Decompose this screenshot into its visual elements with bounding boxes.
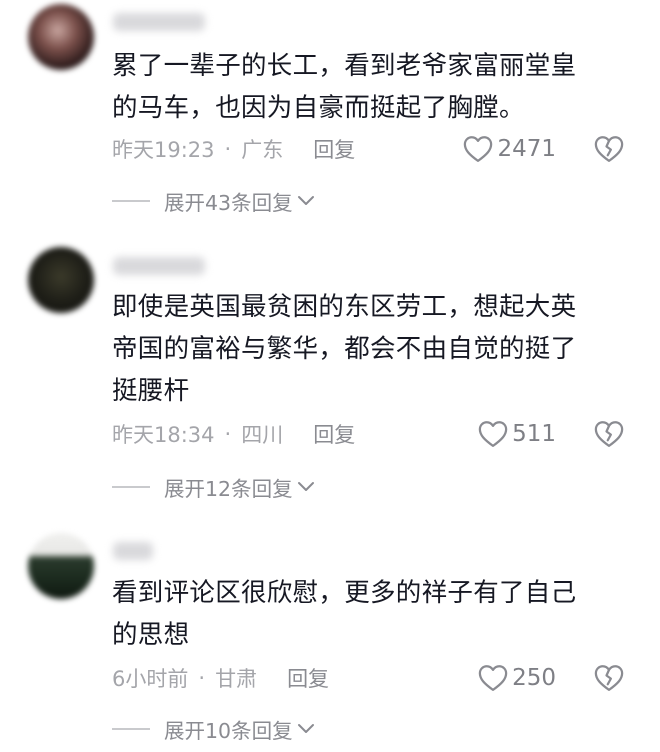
heart-outline-icon [478,665,508,691]
chevron-down-icon [297,482,314,491]
comment-text-line: 帝国的富裕与繁华，都会不由自觉的挺了 [112,334,577,364]
reply-button[interactable]: 回复 [287,663,329,693]
broken-heart-icon [594,421,624,447]
like-count: 511 [512,421,556,447]
expand-replies[interactable]: 展开12条回复 [112,472,315,502]
broken-heart-icon [594,136,624,162]
expand-replies-label: 展开43条回复 [164,191,293,215]
avatar[interactable] [28,533,94,599]
comment-text-line: 挺腰杆 [112,376,190,406]
like-button[interactable]: 250 [478,664,556,692]
comment-meta: 6小时前 · 甘肃 回复 250 [112,661,636,695]
comment-time: 6小时前 [112,667,189,691]
heart-outline-icon [478,421,508,447]
comment-text: 即使是英国最贫困的东区劳工，想起大英 帝国的富裕与繁华，都会不由自觉的挺了 挺腰… [112,286,632,412]
username-blurred[interactable] [113,542,153,560]
chevron-down-icon [297,724,314,733]
username-blurred[interactable] [113,257,205,275]
comment-text: 看到评论区很欣慰，更多的祥子有了自己 的思想 [112,572,632,656]
separator-dot: · [224,422,232,446]
comment-meta: 昨天18:34 · 四川 回复 511 [112,417,636,451]
comment-text: 累了一辈子的长工，看到老爷家富丽堂皇 的马车，也因为自豪而挺起了胸膛。 [112,45,632,129]
comment-time: 昨天18:34 [112,423,215,447]
heart-outline-icon [464,136,493,162]
avatar[interactable] [28,247,94,313]
like-button[interactable]: 2471 [463,135,556,163]
comment-text-line: 累了一辈子的长工，看到老爷家富丽堂皇 [112,51,577,81]
comment-time: 昨天19:23 [112,138,215,162]
reply-button[interactable]: 回复 [313,419,355,449]
comment-text-line: 的马车，也因为自豪而挺起了胸膛。 [112,93,525,123]
broken-heart-icon [594,665,624,691]
comment-text-line: 看到评论区很欣慰，更多的祥子有了自己 [112,578,577,608]
comment-text-line: 即使是英国最贫困的东区劳工，想起大英 [112,292,577,322]
comment-meta: 昨天19:23 · 广东 回复 2471 [112,132,636,166]
username-blurred[interactable] [113,13,205,31]
expand-replies[interactable]: 展开43条回复 [112,186,315,216]
chevron-down-icon [297,196,314,205]
divider-line [112,728,150,730]
comment-location: 四川 [241,423,284,447]
expand-replies[interactable]: 展开10条回复 [112,714,315,744]
divider-line [112,486,150,488]
comment-text-line: 的思想 [112,620,190,650]
dislike-button[interactable] [594,135,624,163]
reply-button[interactable]: 回复 [313,134,355,164]
like-button[interactable]: 511 [478,420,556,448]
like-count: 2471 [497,136,556,162]
dislike-button[interactable] [594,664,624,692]
comment-location: 甘肃 [215,667,258,691]
like-count: 250 [512,665,556,691]
dislike-button[interactable] [594,420,624,448]
comment-location: 广东 [241,138,284,162]
expand-replies-label: 展开12条回复 [164,477,293,501]
separator-dot: · [224,137,232,161]
expand-replies-label: 展开10条回复 [164,719,293,743]
separator-dot: · [198,666,206,690]
avatar[interactable] [28,4,94,70]
divider-line [112,200,150,202]
